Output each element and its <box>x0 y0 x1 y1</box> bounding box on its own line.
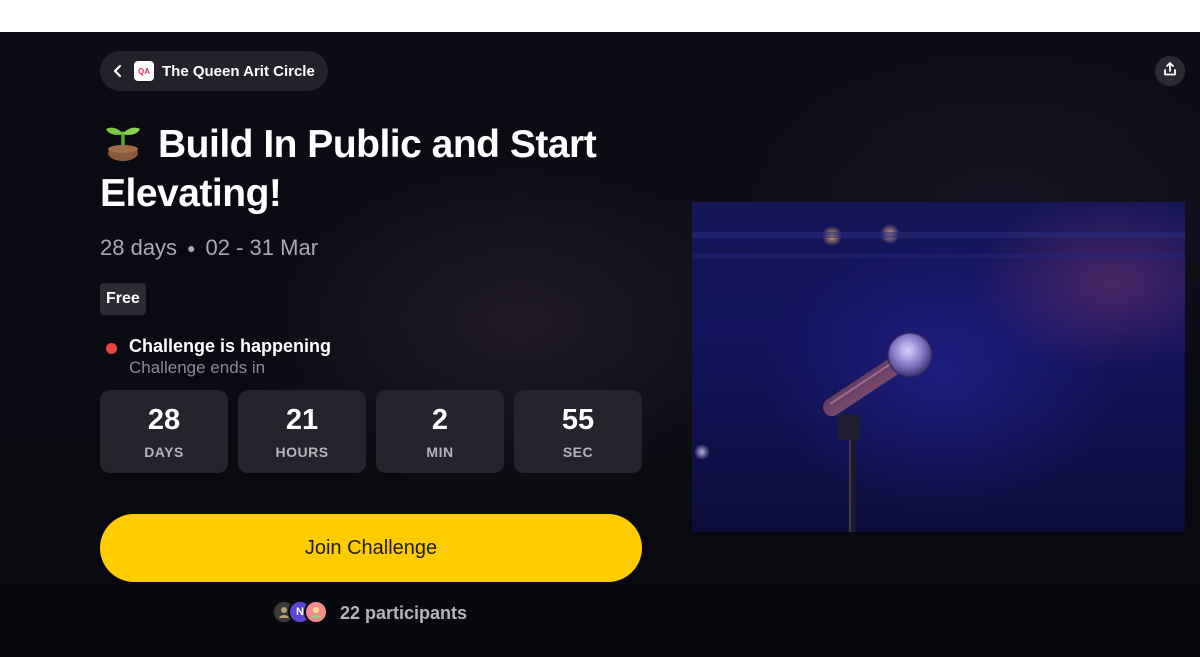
chevron-left-icon <box>110 63 126 79</box>
countdown-days: 28 DAYS <box>100 390 228 473</box>
countdown-value: 28 <box>147 403 181 436</box>
challenge-status: Challenge is happening <box>129 336 332 356</box>
countdown-unit: MIN <box>426 443 454 460</box>
challenge-title-text: Build In Public and Start Elevating! <box>100 123 597 215</box>
share-icon <box>1162 61 1178 82</box>
price-badge: Free <box>100 283 146 315</box>
challenge-ends-label: Challenge ends in <box>129 358 266 377</box>
countdown-unit: SEC <box>562 443 594 460</box>
countdown-hours: 21 HOURS <box>238 390 366 473</box>
countdown-unit: HOURS <box>275 443 329 460</box>
countdown-value: 2 <box>431 403 449 436</box>
community-logo: QA <box>134 61 154 81</box>
challenge-duration: 28 days <box>100 235 178 260</box>
share-button[interactable] <box>1155 56 1185 86</box>
countdown-unit: DAYS <box>144 443 184 460</box>
participants-count: 22 participants <box>340 602 468 623</box>
seedling-icon <box>100 121 146 161</box>
challenge-page: QA The Queen Arit Circle Build In Public… <box>0 32 1200 657</box>
challenge-dates: 28 days ● 02 - 31 Mar <box>100 235 318 261</box>
microphone-image <box>692 232 1185 532</box>
join-challenge-button[interactable]: Join Challenge <box>100 514 642 582</box>
top-blank-bar <box>0 0 1200 32</box>
countdown-value: 21 <box>285 403 319 436</box>
challenge-cover-image <box>692 202 1185 532</box>
status-dot-icon <box>106 343 117 354</box>
countdown-value: 55 <box>561 403 595 436</box>
countdown-seconds: 55 SEC <box>514 390 642 473</box>
separator-dot: ● <box>187 240 196 256</box>
participant-avatars: N <box>272 600 332 626</box>
challenge-title: Build In Public and Start Elevating! <box>100 120 660 218</box>
participants-summary[interactable]: N 22 participants <box>272 600 467 626</box>
countdown-minutes: 2 MIN <box>376 390 504 473</box>
back-to-community-button[interactable]: QA The Queen Arit Circle <box>100 51 328 91</box>
community-name: The Queen Arit Circle <box>162 62 315 80</box>
challenge-date-range: 02 - 31 Mar <box>205 235 319 260</box>
countdown-timer: 28 DAYS 21 HOURS 2 MIN 55 SEC <box>100 390 642 473</box>
avatar <box>304 600 328 624</box>
